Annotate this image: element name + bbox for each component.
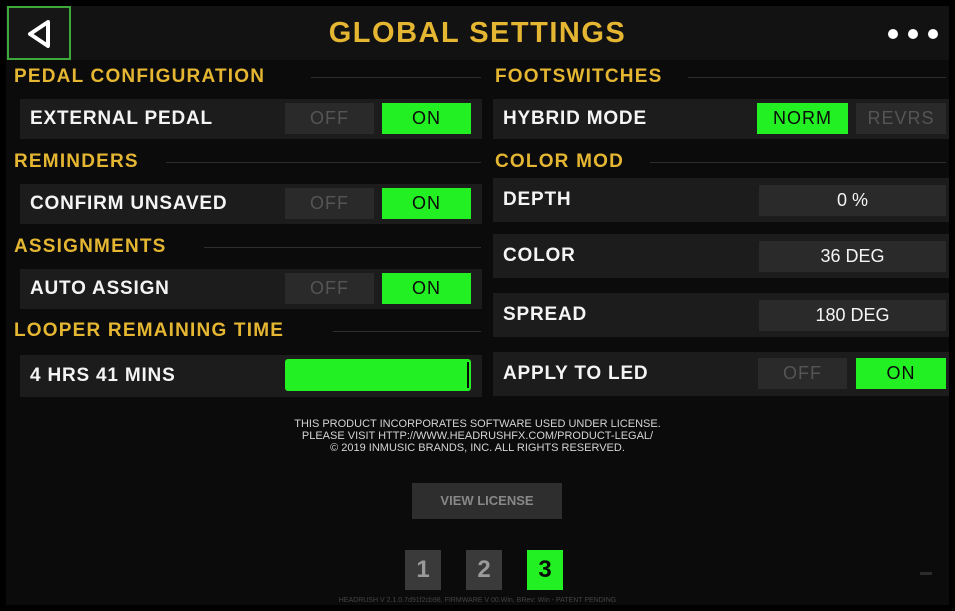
looper-bar-edge — [467, 362, 469, 388]
depth-label: DEPTH — [503, 189, 572, 210]
confirm-unsaved-on-toggle[interactable]: ON — [382, 188, 471, 219]
back-button[interactable] — [7, 6, 71, 60]
legal-line-1: THIS PRODUCT INCORPORATES SOFTWARE USED … — [294, 418, 661, 430]
confirm-unsaved-label: CONFIRM UNSAVED — [30, 193, 228, 214]
more-dots-icon — [908, 29, 918, 39]
section-divider — [311, 77, 481, 78]
auto-assign-label: AUTO ASSIGN — [30, 278, 170, 299]
section-divider — [650, 162, 946, 163]
row-depth: DEPTH 0 % — [493, 178, 949, 222]
section-divider — [204, 247, 481, 248]
section-divider — [166, 162, 481, 163]
global-settings-screen: GLOBAL SETTINGS PEDAL CONFIGURATION EXTE… — [6, 6, 949, 605]
legal-notice: THIS PRODUCT INCORPORATES SOFTWARE USED … — [6, 418, 949, 454]
legal-line-2: PLEASE VISIT HTTP://WWW.HEADRUSHFX.COM/P… — [301, 430, 654, 442]
tiny-mark — [920, 572, 932, 575]
auto-assign-off-toggle[interactable]: OFF — [285, 273, 374, 304]
apply-to-led-off-toggle[interactable]: OFF — [758, 358, 847, 389]
spread-value[interactable]: 180 DEG — [759, 300, 946, 331]
section-divider — [688, 77, 946, 78]
top-bar: GLOBAL SETTINGS — [6, 6, 949, 60]
view-license-button[interactable]: VIEW LICENSE — [412, 483, 562, 519]
external-pedal-label: EXTERNAL PEDAL — [30, 108, 213, 129]
external-pedal-off-toggle[interactable]: OFF — [285, 103, 374, 134]
row-spread: SPREAD 180 DEG — [493, 293, 949, 337]
hybrid-mode-label: HYBRID MODE — [503, 108, 647, 129]
row-external-pedal: EXTERNAL PEDAL OFF ON — [20, 99, 482, 139]
section-header-assignments: ASSIGNMENTS — [14, 236, 167, 257]
spread-label: SPREAD — [503, 304, 587, 325]
section-divider — [333, 331, 481, 332]
looper-time-label: 4 HRS 41 MINS — [30, 365, 176, 386]
row-hybrid-mode: HYBRID MODE NORM REVRS — [493, 99, 949, 139]
auto-assign-on-toggle[interactable]: ON — [382, 273, 471, 304]
page-button-1[interactable]: 1 — [405, 550, 441, 590]
more-options-button[interactable] — [885, 22, 941, 44]
hybrid-mode-norm-toggle[interactable]: NORM — [757, 103, 848, 134]
legal-line-3: © 2019 INMUSIC BRANDS, INC. ALL RIGHTS R… — [330, 442, 625, 454]
row-auto-assign: AUTO ASSIGN OFF ON — [20, 269, 482, 309]
more-dots-icon — [888, 29, 898, 39]
footer-version: HEADRUSH V 2.1.0.7d91f2cb98, FIRMWARE V … — [338, 597, 617, 604]
external-pedal-on-toggle[interactable]: ON — [382, 103, 471, 134]
section-header-pedal-configuration: PEDAL CONFIGURATION — [14, 66, 266, 87]
hybrid-mode-revrs-toggle[interactable]: REVRS — [856, 103, 946, 134]
section-header-footswitches: FOOTSWITCHES — [495, 66, 663, 87]
row-apply-to-led: APPLY TO LED OFF ON — [493, 352, 949, 396]
more-dots-icon — [928, 29, 938, 39]
section-header-looper-remaining-time: LOOPER REMAINING TIME — [14, 320, 285, 341]
confirm-unsaved-off-toggle[interactable]: OFF — [285, 188, 374, 219]
section-header-color-mod: COLOR MOD — [495, 151, 625, 172]
row-color: COLOR 36 DEG — [493, 234, 949, 278]
page-button-3[interactable]: 3 — [527, 550, 563, 590]
apply-to-led-on-toggle[interactable]: ON — [856, 358, 946, 389]
color-label: COLOR — [503, 245, 576, 266]
looper-remaining-fill — [285, 359, 471, 391]
section-header-reminders: REMINDERS — [14, 151, 139, 172]
row-confirm-unsaved: CONFIRM UNSAVED OFF ON — [20, 184, 482, 224]
back-triangle-icon — [28, 20, 50, 48]
looper-remaining-bar — [285, 359, 471, 391]
apply-to-led-label: APPLY TO LED — [503, 363, 649, 384]
depth-value[interactable]: 0 % — [759, 185, 946, 216]
color-value[interactable]: 36 DEG — [759, 241, 946, 272]
page-title: GLOBAL SETTINGS — [328, 17, 627, 49]
row-looper-time: 4 HRS 41 MINS — [20, 355, 482, 397]
page-button-2[interactable]: 2 — [466, 550, 502, 590]
